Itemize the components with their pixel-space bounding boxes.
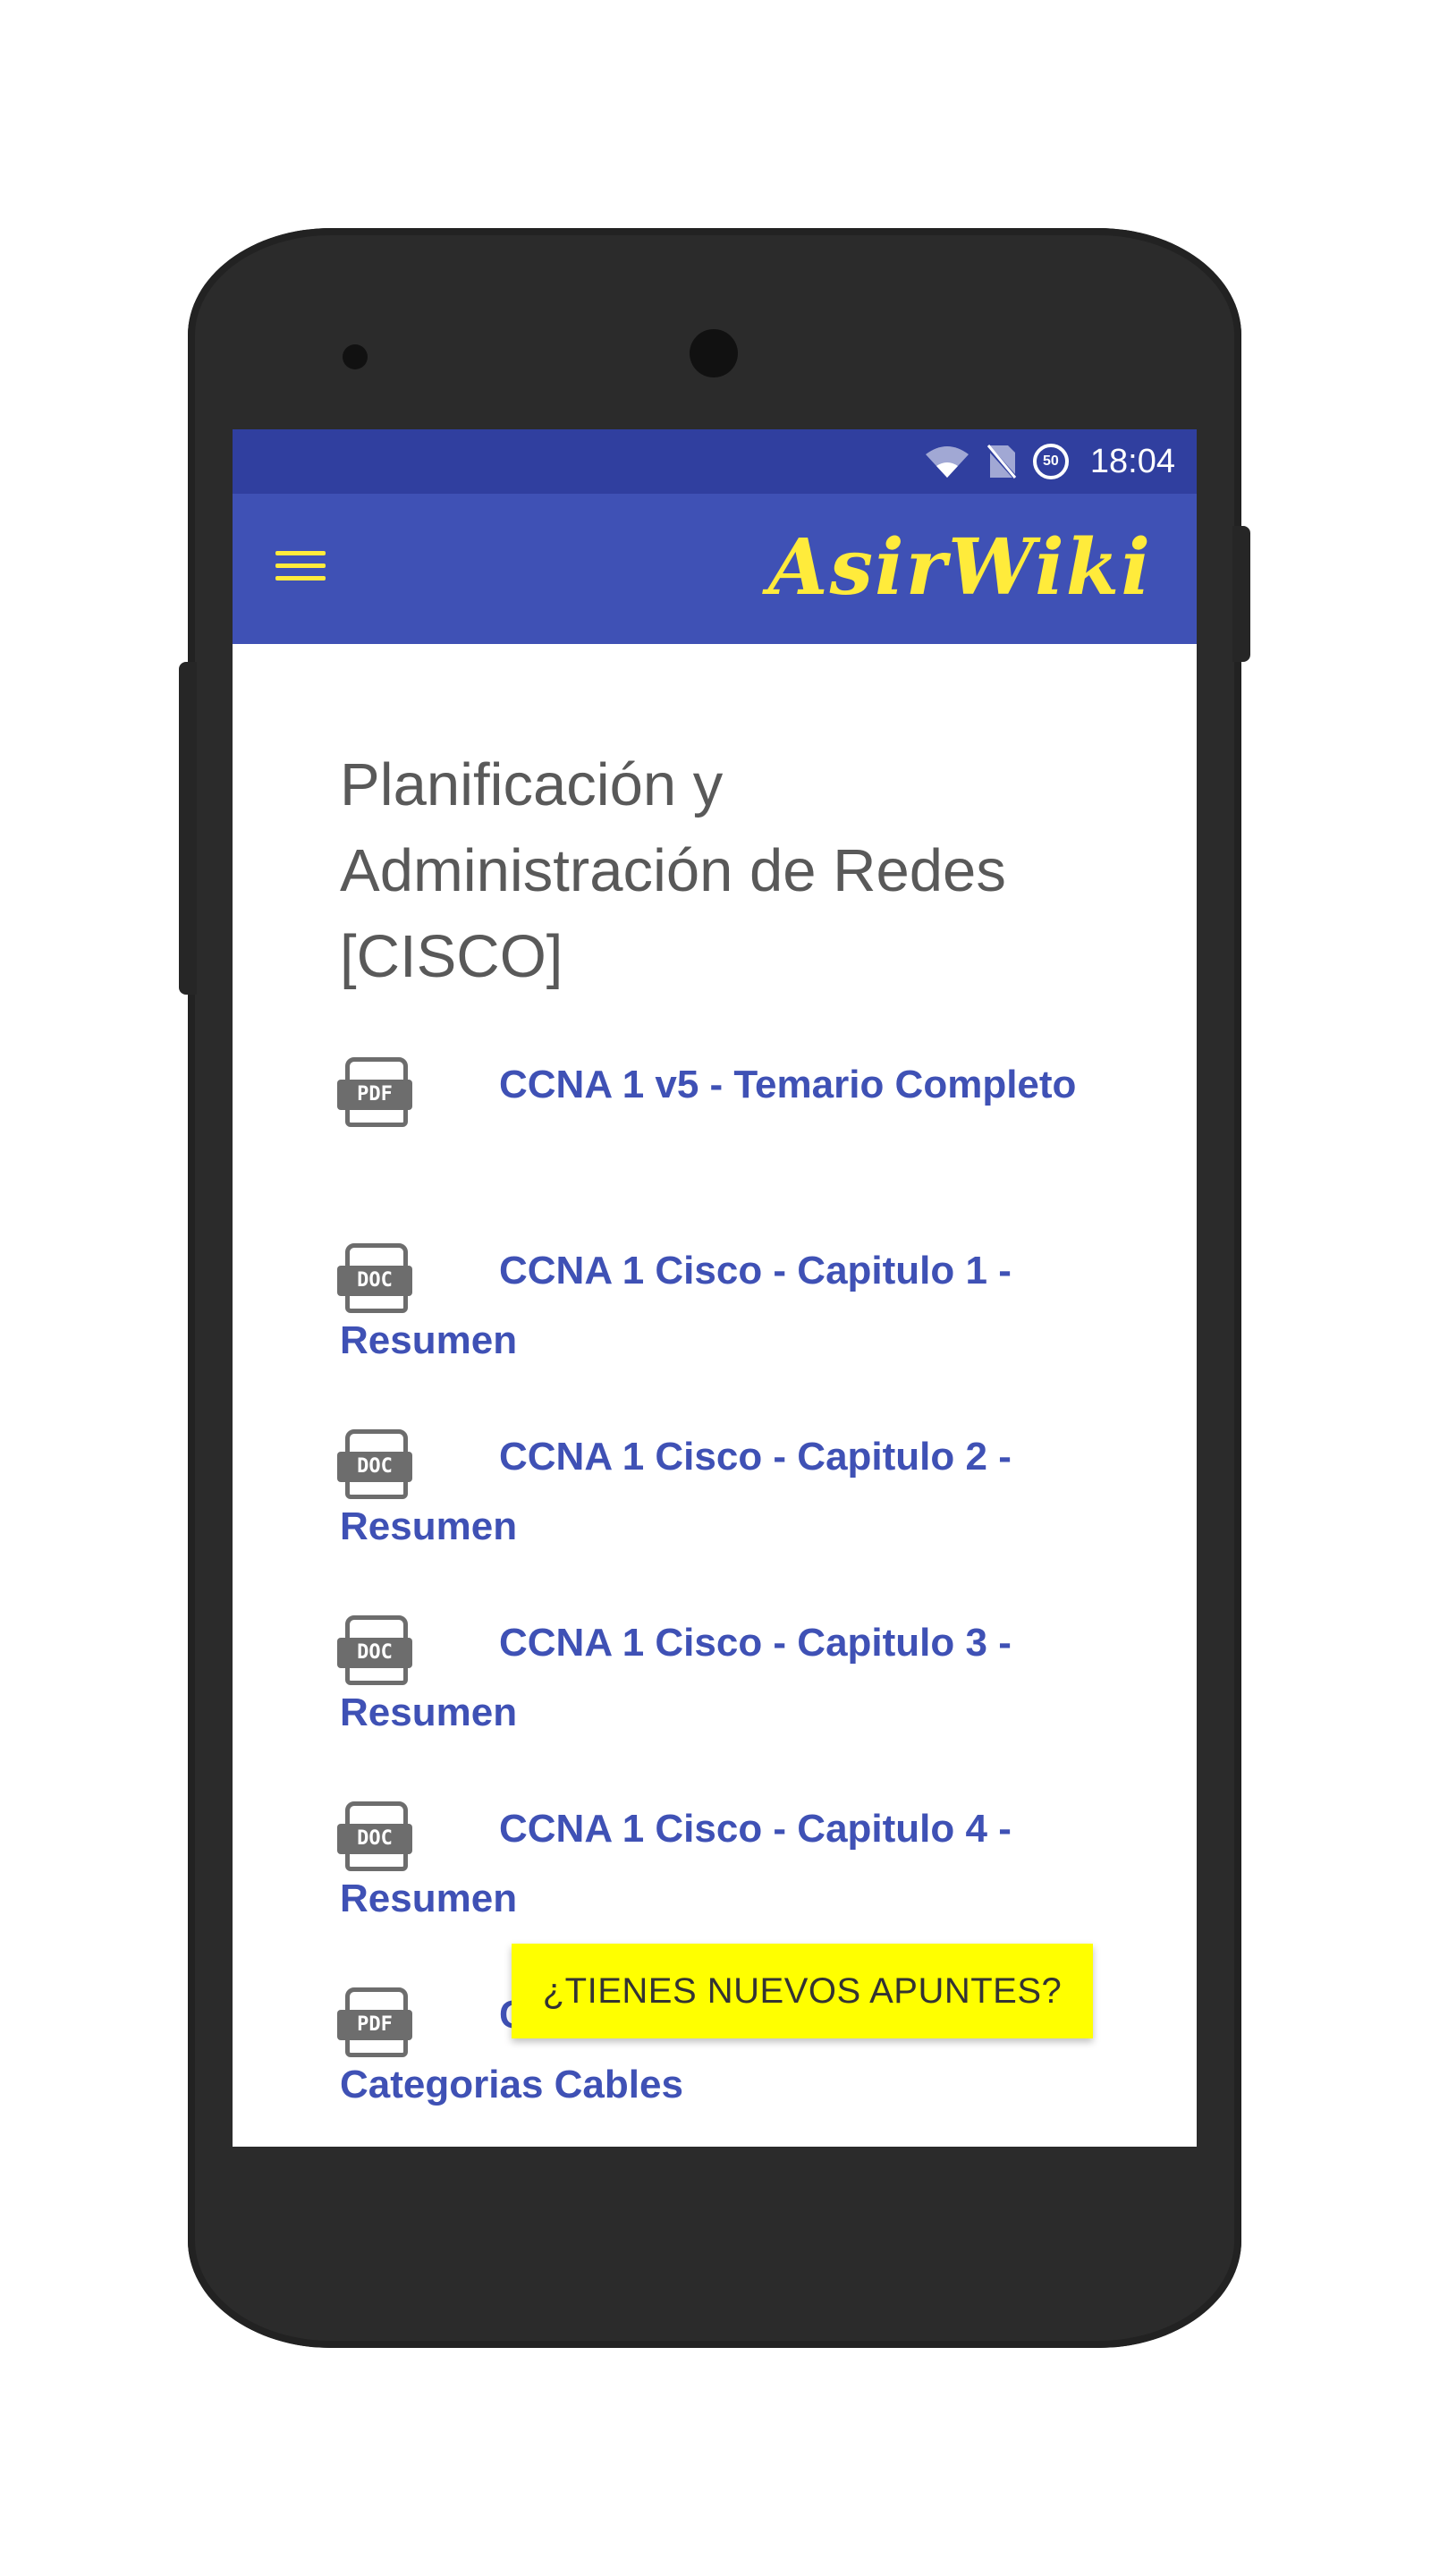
front-camera xyxy=(690,329,738,377)
no-sim-icon xyxy=(985,444,1019,481)
page-title-line-1: Planificación y xyxy=(340,751,724,818)
data-saver-icon: 50 xyxy=(1032,444,1069,479)
doc-file-icon: DOC xyxy=(337,1429,412,1499)
page-title-line-2: Administración de Redes xyxy=(340,837,1006,904)
document-link[interactable]: DOC CCNA 1 Cisco - Capitulo 1 - Resumen xyxy=(337,1236,1091,1422)
proximity-sensor xyxy=(343,344,368,369)
page-title: Planificación y Administración de Redes … xyxy=(340,644,1091,1000)
status-icons: 50 18:04 xyxy=(924,429,1175,494)
menu-bar-top xyxy=(275,550,326,555)
document-title[interactable]: CCNA 1 Cisco - Capitulo 2 - Resumen xyxy=(340,1422,1091,1562)
status-bar: 50 18:04 xyxy=(233,429,1197,494)
file-type-label: DOC xyxy=(337,1638,412,1668)
screen: 50 18:04 AsirWiki Planificación y Admini… xyxy=(233,429,1197,2147)
app-toolbar: AsirWiki xyxy=(233,494,1197,644)
document-link[interactable]: DOC CCNA 1 Cisco - Capitulo 2 - Resumen xyxy=(337,1422,1091,1608)
file-type-label: DOC xyxy=(337,1452,412,1482)
power-button xyxy=(1232,526,1250,662)
volume-button xyxy=(179,662,197,995)
document-title[interactable]: CCNA 1 Cisco - Capitulo 1 - Resumen xyxy=(340,1236,1091,1376)
document-link[interactable]: DOC CCNA 1 Cisco - Capitulo 3 - Resumen xyxy=(337,1608,1091,1794)
file-type-label: PDF xyxy=(337,2010,412,2040)
document-title[interactable]: CCNA 1 Cisco - Capitulo 3 - Resumen xyxy=(340,1608,1091,1748)
doc-file-icon: DOC xyxy=(337,1243,412,1313)
document-link[interactable]: PDF CCNA 1 v5 - Temario Completo xyxy=(337,1050,1091,1236)
pdf-file-icon: PDF xyxy=(337,1987,412,2057)
file-type-label: DOC xyxy=(337,1266,412,1296)
pdf-file-icon: PDF xyxy=(337,1057,412,1127)
document-title[interactable]: CCNA 1 Cisco - Capitulo 4 - Resumen xyxy=(340,1794,1091,1934)
status-time: 18:04 xyxy=(1089,442,1175,480)
brand-logo[interactable]: AsirWiki xyxy=(768,522,1152,613)
page-title-line-3: [CISCO] xyxy=(340,923,563,990)
main-content: Planificación y Administración de Redes … xyxy=(337,644,1091,2147)
document-title[interactable]: CCNA 1 v5 - Temario Completo xyxy=(340,1050,1091,1120)
menu-bar-middle xyxy=(275,563,326,568)
doc-file-icon: DOC xyxy=(337,1615,412,1685)
data-indicator: 50 xyxy=(1043,453,1059,469)
menu-bar-bottom xyxy=(275,575,326,580)
submit-notes-button[interactable]: ¿TIENES NUEVOS APUNTES? xyxy=(512,1944,1093,2038)
doc-file-icon: DOC xyxy=(337,1801,412,1871)
menu-icon[interactable] xyxy=(275,538,329,592)
file-type-label: DOC xyxy=(337,1824,412,1854)
wifi-icon xyxy=(925,446,969,478)
file-type-label: PDF xyxy=(337,1080,412,1110)
